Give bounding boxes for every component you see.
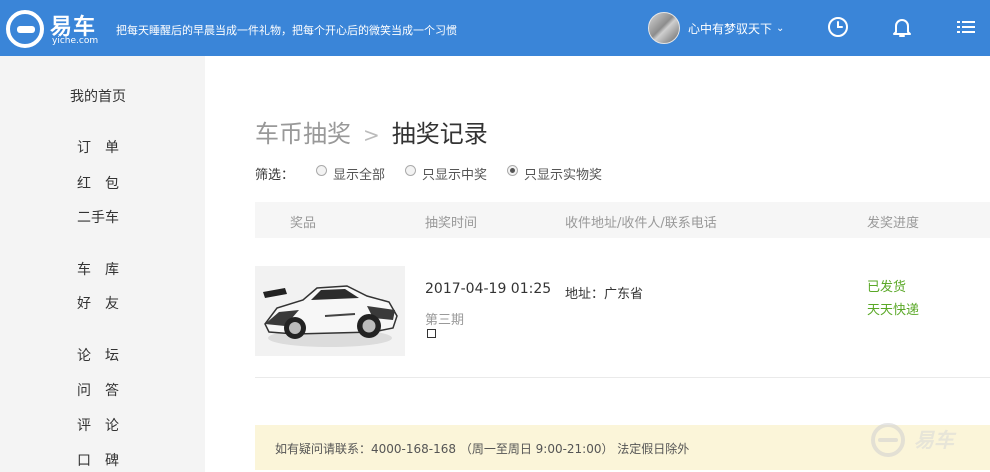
draw-time: 2017-04-19 01:25 <box>425 281 552 297</box>
page-title: 抽奖记录 <box>391 120 488 148</box>
user-slogan: 把每天睡醒后的早晨当成一件礼物，把每个开心后的微笑当成一个习惯 <box>116 24 457 37</box>
sidebar: 我的首页 订 单 红 包 二手车 车 库 好 友 论 坛 问 答 评 论 口 碑 <box>0 56 205 472</box>
sidebar-item-qa[interactable]: 问 答 <box>77 380 119 400</box>
radio-unchecked-icon[interactable] <box>405 165 417 176</box>
user-menu[interactable]: 心中有梦驭天下 ⌄ <box>648 12 784 44</box>
menu-icon[interactable] <box>953 14 979 40</box>
draw-issue: 第三期 <box>425 313 465 328</box>
sidebar-item-orders[interactable]: 订 单 <box>77 137 119 157</box>
breadcrumb-parent-link[interactable]: 车币抽奖 <box>255 120 351 148</box>
breadcrumb-separator: > <box>363 123 380 147</box>
checkbox-icon <box>427 329 436 338</box>
sidebar-item-friends[interactable]: 好 友 <box>77 293 119 313</box>
watermark-text: 易车 <box>914 428 954 452</box>
watermark-logo: 易车 <box>866 418 984 468</box>
column-header-time: 抽奖时间 <box>425 216 478 231</box>
table-header: 奖品 抽奖时间 收件地址/收件人/联系电话 发奖进度 <box>255 202 990 238</box>
table-row: 2017-04-19 01:25 第三期 地址：广东省 已发货 天天快递 <box>255 238 990 378</box>
filter-option-label: 显示全部 <box>333 168 386 183</box>
sidebar-item-red-packets[interactable]: 红 包 <box>77 173 119 193</box>
sports-car-icon <box>263 285 398 347</box>
column-header-prize: 奖品 <box>290 216 317 231</box>
contact-notice-text: 如有疑问请联系：4000-168-168 （周一至周日 9:00-21:00） … <box>275 442 690 456</box>
logo-mark-icon <box>6 10 44 48</box>
sidebar-item-home[interactable]: 我的首页 <box>70 86 126 106</box>
column-header-progress: 发奖进度 <box>867 216 920 231</box>
filter-option-physical[interactable]: 只显示实物奖 <box>507 164 602 183</box>
filter-bar: 筛选： 显示全部 只显示中奖 只显示实物奖 <box>255 164 622 183</box>
sidebar-item-used-cars[interactable]: 二手车 <box>77 207 119 227</box>
filter-option-label: 只显示中奖 <box>422 168 488 183</box>
radio-checked-icon[interactable] <box>507 165 519 176</box>
avatar[interactable] <box>648 12 680 44</box>
courier-link[interactable]: 天天快递 <box>867 299 919 318</box>
sidebar-item-comments[interactable]: 评 论 <box>77 415 119 435</box>
top-bar: 易车 yiche.com 把每天睡醒后的早晨当成一件礼物，把每个开心后的微笑当成… <box>0 0 990 56</box>
sidebar-item-garage[interactable]: 车 库 <box>77 259 119 279</box>
logo-domain: yiche.com <box>52 36 99 46</box>
prize-image[interactable] <box>255 266 405 356</box>
sidebar-item-forum[interactable]: 论 坛 <box>77 345 119 365</box>
username[interactable]: 心中有梦驭天下 <box>688 20 772 37</box>
delivery-address: 地址：广东省 <box>565 287 644 302</box>
watermark-swirl-icon <box>871 423 905 457</box>
chevron-down-icon[interactable]: ⌄ <box>776 23 784 34</box>
filter-option-all[interactable]: 显示全部 <box>316 164 385 183</box>
yiche-logo[interactable]: 易车 yiche.com <box>6 7 110 49</box>
filter-option-winning[interactable]: 只显示中奖 <box>405 164 487 183</box>
filter-option-label: 只显示实物奖 <box>524 168 603 183</box>
clock-icon[interactable] <box>825 14 851 40</box>
sidebar-item-reviews[interactable]: 口 碑 <box>77 450 119 470</box>
breadcrumb: 车币抽奖 > 抽奖记录 <box>255 114 488 149</box>
bell-icon[interactable] <box>889 14 915 40</box>
status-badge: 已发货 <box>867 280 907 295</box>
radio-unchecked-icon[interactable] <box>316 165 328 176</box>
filter-label: 筛选： <box>255 168 295 183</box>
column-header-address: 收件地址/收件人/联系电话 <box>565 216 717 231</box>
